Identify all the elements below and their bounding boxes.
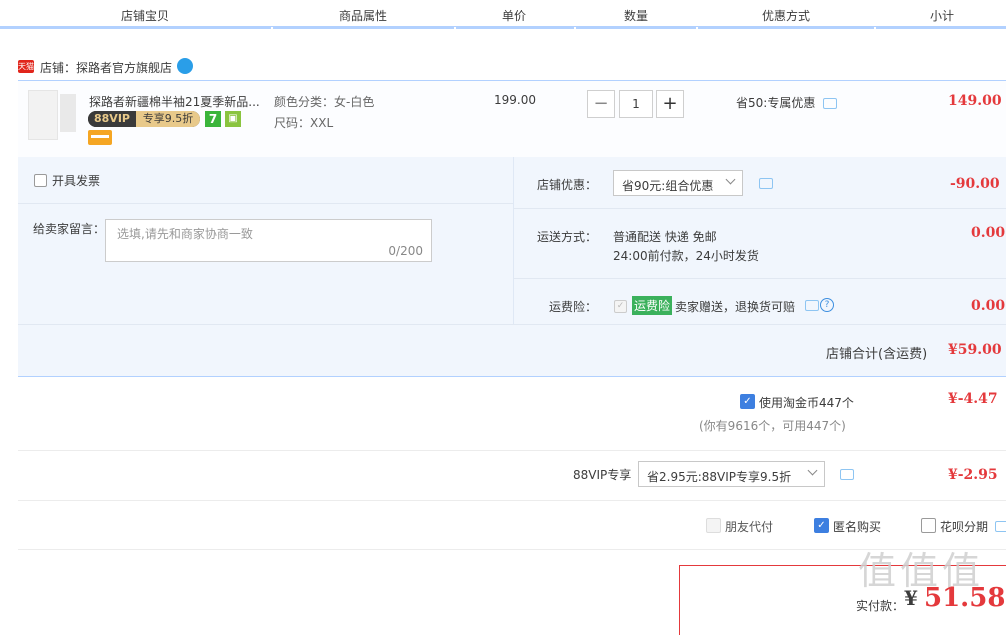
vip-row-label: 88VIP专享 bbox=[573, 468, 632, 482]
vip-info-icon[interactable] bbox=[840, 469, 854, 480]
divider bbox=[18, 324, 1006, 325]
huabei-label: 花呗分期 bbox=[940, 520, 989, 534]
use-coins-checkbox[interactable]: ✓ bbox=[740, 394, 755, 409]
divider bbox=[513, 208, 1006, 209]
insurance-text: 卖家赠送，退换货可赔 bbox=[675, 300, 796, 314]
shop-name[interactable]: 店铺：探路者官方旗舰店 bbox=[40, 59, 172, 76]
seven-day-return-icon: 7 bbox=[205, 111, 221, 127]
vip-amount: ¥-2.95 bbox=[948, 467, 998, 483]
item-discount: 省50:专属优惠 bbox=[736, 96, 816, 110]
huabei-info-icon[interactable] bbox=[995, 521, 1006, 532]
shopping-bag-icon: ▣ bbox=[225, 111, 241, 127]
divider bbox=[513, 278, 1006, 279]
insurance-amount: 0.00 bbox=[971, 298, 1006, 314]
col-unit-price: 单价 bbox=[502, 9, 527, 23]
shop-discount-info-icon[interactable] bbox=[759, 178, 773, 189]
seller-message-input[interactable]: 选填,请先和商家协商一致 0/200 bbox=[105, 219, 432, 262]
shipping-method: 普通配送 快递 免邮 bbox=[613, 230, 717, 244]
message-placeholder: 选填,请先和商家协商一致 bbox=[117, 227, 253, 241]
divider bbox=[18, 500, 1006, 501]
table-header: 店铺宝贝 商品属性 单价 数量 优惠方式 小计 bbox=[0, 0, 1006, 30]
quantity-input[interactable]: 1 bbox=[619, 90, 653, 118]
pay-label: 实付款： bbox=[856, 599, 905, 613]
insurance-checkbox: ✓ bbox=[614, 300, 627, 313]
vip-discount-select[interactable]: 省2.95元:88VIP专享9.5折 bbox=[638, 461, 825, 487]
color-attribute: 颜色分类：女-白色 bbox=[274, 95, 375, 109]
shop-total-label: 店铺合计(含运费) bbox=[826, 347, 928, 362]
insurance-label: 运费险： bbox=[549, 300, 598, 314]
divider bbox=[18, 450, 1006, 451]
chevron-down-icon bbox=[725, 174, 736, 185]
friend-pay-checkbox[interactable] bbox=[706, 518, 721, 533]
product-thumbnail[interactable] bbox=[28, 90, 58, 140]
discount-info-icon[interactable] bbox=[823, 98, 837, 109]
shop-discount-select[interactable]: 省90元:组合优惠 bbox=[613, 170, 743, 196]
coins-amount: ¥-4.47 bbox=[948, 391, 998, 407]
col-subtotal: 小计 bbox=[930, 9, 955, 23]
product-thumbnail-alt bbox=[60, 94, 76, 132]
shipping-time: 24:00前付款，24小时发货 bbox=[613, 249, 759, 263]
invoice-checkbox[interactable] bbox=[34, 174, 47, 187]
shop-discount-amount: -90.00 bbox=[950, 176, 1000, 192]
88vip-badge: 88VIP 专享9.5折 bbox=[88, 111, 200, 127]
help-icon[interactable]: ? bbox=[820, 298, 834, 312]
item-subtotal: 149.00 bbox=[948, 93, 1002, 109]
col-attributes: 商品属性 bbox=[339, 9, 388, 23]
credit-card-icon bbox=[88, 130, 112, 145]
message-label: 给卖家留言： bbox=[33, 222, 106, 236]
invoice-label: 开具发票 bbox=[52, 174, 101, 188]
decrease-quantity-button[interactable]: − bbox=[587, 90, 615, 118]
chevron-down-icon bbox=[807, 465, 818, 476]
col-discount: 优惠方式 bbox=[762, 9, 811, 23]
shop-total: ¥59.00 bbox=[948, 342, 1002, 358]
coins-note: (你有9616个，可用447个) bbox=[699, 419, 846, 433]
anonymous-checkbox[interactable]: ✓ bbox=[814, 518, 829, 533]
coins-label: 使用淘金币447个 bbox=[759, 396, 854, 410]
divider bbox=[18, 203, 513, 204]
huabei-checkbox[interactable] bbox=[921, 518, 936, 533]
insurance-tag: 运费险 bbox=[632, 296, 673, 315]
chat-seller-icon[interactable] bbox=[177, 58, 193, 74]
anonymous-label: 匿名购买 bbox=[833, 520, 882, 534]
message-char-count: 0/200 bbox=[388, 244, 423, 258]
increase-quantity-button[interactable]: + bbox=[656, 90, 684, 118]
unit-price: 199.00 bbox=[494, 93, 536, 107]
tmall-badge: 天猫 bbox=[18, 60, 34, 73]
shop-discount-label: 店铺优惠： bbox=[537, 178, 598, 192]
product-title[interactable]: 探路者新疆棉半袖21夏季新品... bbox=[89, 93, 260, 110]
col-shop-item: 店铺宝贝 bbox=[121, 9, 170, 23]
shipping-amount: 0.00 bbox=[971, 225, 1006, 241]
size-attribute: 尺码：XXL bbox=[274, 116, 334, 130]
shipping-label: 运送方式： bbox=[537, 230, 598, 244]
panel-divider bbox=[513, 157, 514, 324]
col-quantity: 数量 bbox=[624, 9, 649, 23]
insurance-info-icon[interactable] bbox=[805, 300, 819, 311]
watermark: 值值值 bbox=[858, 549, 985, 593]
friend-pay-label: 朋友代付 bbox=[725, 520, 774, 534]
